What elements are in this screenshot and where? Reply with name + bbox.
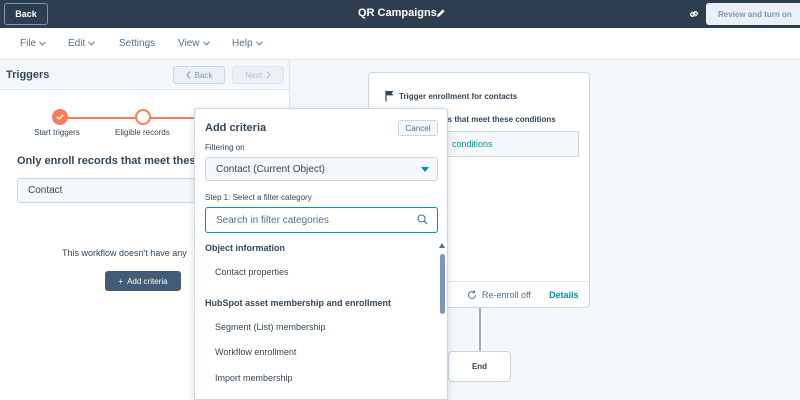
- cancel-button[interactable]: Cancel: [398, 120, 438, 136]
- reenroll-status[interactable]: Re-enroll off: [482, 290, 531, 300]
- plus-icon: +: [118, 276, 124, 286]
- category-heading-object-information: Object information: [205, 243, 286, 253]
- conditions-placeholder[interactable]: conditions: [445, 131, 579, 157]
- link-icon[interactable]: [688, 8, 700, 20]
- menu-file[interactable]: File: [20, 38, 46, 49]
- empty-state-text: This workflow doesn't have any: [62, 248, 187, 258]
- menu-view-label: View: [178, 38, 200, 49]
- category-item-contact-properties[interactable]: Contact properties: [215, 267, 289, 277]
- menu-edit-label: Edit: [68, 38, 86, 49]
- category-item-workflow-enrollment[interactable]: Workflow enrollment: [215, 347, 296, 357]
- review-and-turn-on-button[interactable]: Review and turn on: [706, 3, 800, 25]
- filtering-on-label: Filtering on: [205, 143, 245, 152]
- top-bar: Back QR Campaigns Review and turn on: [0, 0, 800, 28]
- step-start-triggers-indicator[interactable]: [52, 109, 68, 125]
- workflow-title[interactable]: QR Campaigns: [358, 7, 437, 19]
- stepper-progress-line: [60, 117, 200, 119]
- panel-back-label: Back: [194, 70, 213, 80]
- check-icon: [56, 114, 64, 120]
- add-criteria-label: Add criteria: [127, 276, 168, 286]
- chevron-down-icon: [39, 41, 46, 46]
- pencil-icon[interactable]: [436, 8, 446, 18]
- chevron-down-icon: [88, 41, 96, 46]
- workflow-connector: [479, 308, 481, 351]
- filter-category-search-input[interactable]: [205, 207, 438, 233]
- panel-back-button[interactable]: Back: [173, 66, 225, 84]
- flag-icon: [385, 90, 394, 102]
- menu-file-label: File: [20, 38, 37, 49]
- scroll-up-arrow-icon[interactable]: [439, 243, 445, 248]
- popover-title: Add criteria: [205, 122, 267, 134]
- end-node: End: [448, 351, 511, 382]
- back-button[interactable]: Back: [4, 3, 48, 25]
- add-criteria-popover: Add criteria Cancel Filtering on Contact…: [194, 108, 448, 400]
- object-select-value: Contact (Current Object): [216, 164, 325, 175]
- add-criteria-button[interactable]: + Add criteria: [105, 271, 181, 291]
- menu-help[interactable]: Help: [232, 38, 263, 49]
- category-item-import-membership[interactable]: Import membership: [215, 373, 293, 383]
- step-label-start-triggers: Start triggers: [34, 128, 80, 137]
- enroll-heading: Only enroll records that meet these: [17, 155, 197, 167]
- menu-help-label: Help: [232, 38, 253, 49]
- caret-down-icon: [421, 167, 429, 172]
- refresh-icon: [468, 290, 477, 300]
- step-eligible-records-indicator[interactable]: [135, 109, 151, 125]
- menu-edit[interactable]: Edit: [68, 38, 96, 49]
- category-item-segment-membership[interactable]: Segment (List) membership: [215, 322, 326, 332]
- menu-bar: File Edit Settings View Help: [0, 28, 800, 60]
- object-type-field[interactable]: Contact: [17, 178, 197, 203]
- panel-header: Triggers Back Next: [0, 60, 289, 90]
- step-label-eligible-records: Eligible records: [115, 128, 170, 137]
- chevron-down-icon: [202, 41, 210, 46]
- scrollbar-thumb[interactable]: [440, 254, 445, 314]
- chevron-left-icon: [185, 71, 190, 79]
- menu-view[interactable]: View: [178, 38, 210, 49]
- menu-settings-label: Settings: [119, 38, 156, 49]
- chevron-down-icon: [255, 41, 263, 46]
- menu-settings[interactable]: Settings: [119, 38, 155, 49]
- details-link[interactable]: Details: [549, 290, 579, 300]
- search-icon: [417, 214, 428, 225]
- chevron-right-icon: [266, 71, 271, 79]
- step-instruction: Step 1: Select a filter category: [205, 193, 312, 202]
- trigger-card-title: Trigger enrollment for contacts: [399, 92, 518, 101]
- object-select[interactable]: Contact (Current Object): [205, 157, 438, 181]
- panel-next-button[interactable]: Next: [232, 66, 284, 84]
- panel-next-label: Next: [245, 70, 262, 80]
- panel-title: Triggers: [6, 69, 50, 81]
- conditions-text: ts that meet these conditions: [445, 115, 556, 124]
- category-heading-asset-membership: HubSpot asset membership and enrollment: [205, 298, 392, 308]
